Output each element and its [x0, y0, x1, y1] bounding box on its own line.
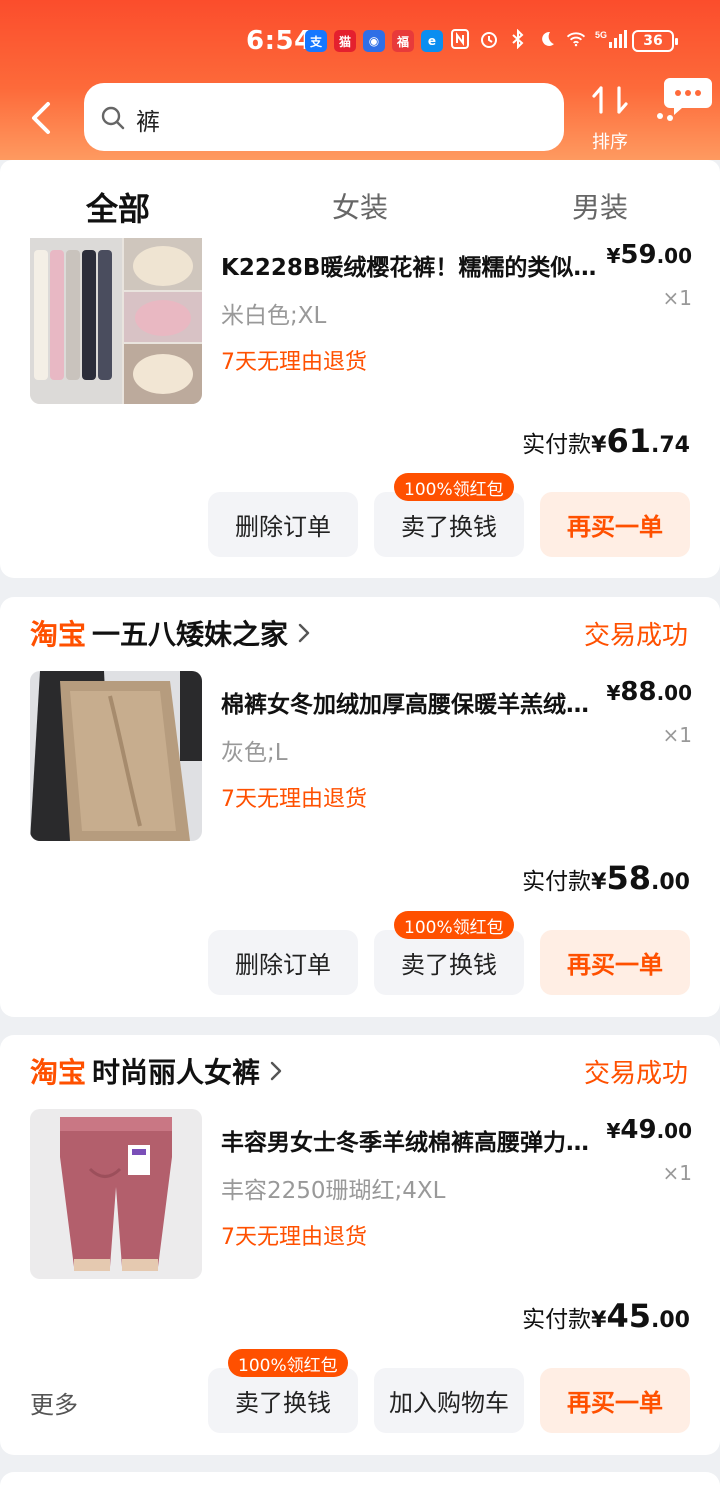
product-image-pants-fleece: [30, 671, 202, 841]
chevron-right-icon: [270, 1061, 282, 1081]
sell-for-cash-label: 卖了换钱: [401, 513, 497, 541]
battery-indicator: 36: [632, 30, 678, 52]
order-card[interactable]: K2228B暖绒樱花裤！糯糯的类似毛毛裤触感 ¥59.00 ×1 米白色;XL …: [0, 238, 720, 578]
product-sku: 灰色;L: [221, 740, 288, 766]
order-card[interactable]: 淘宝 时尚丽人女裤 交易成功 丰容男女士冬季羊绒棉裤高腰弹力保暖裤 ¥49.00…: [0, 1035, 720, 1455]
sort-button[interactable]: 排序: [585, 82, 635, 154]
product-sku: 丰容2250珊瑚红;4XL: [221, 1178, 446, 1204]
delete-order-button[interactable]: 删除订单: [208, 492, 358, 557]
red-packet-badge: 100%领红包: [394, 911, 514, 939]
paid-amount: 实付款¥58.00: [522, 859, 690, 897]
product-image[interactable]: [30, 1109, 202, 1279]
product-image-pants-cream: [30, 238, 202, 404]
buy-again-button[interactable]: 再买一单: [540, 1368, 690, 1433]
order-card[interactable]: 淘宝 一五八矮妹之家 交易成功 棉裤女冬加绒加厚高腰保暖羊羔绒裤外穿 ¥88.0…: [0, 597, 720, 1017]
return-policy: 7天无理由退货: [221, 1225, 367, 1250]
sell-for-cash-button[interactable]: 100%领红包 卖了换钱: [208, 1349, 358, 1433]
status-time: 6:54: [246, 26, 313, 56]
tab-all[interactable]: 全部: [86, 184, 150, 230]
product-image[interactable]: [30, 671, 202, 841]
header: 6:54 支 猫 ◉ 福 e 5G 36 裤 排序: [0, 0, 720, 160]
product-title[interactable]: 丰容男女士冬季羊绒棉裤高腰弹力保暖裤: [221, 1123, 599, 1157]
product-image[interactable]: [30, 238, 202, 404]
app-blue-icon: ◉: [363, 30, 385, 52]
product-title[interactable]: 棉裤女冬加绒加厚高腰保暖羊羔绒裤外穿: [221, 685, 599, 719]
chevron-right-icon: [298, 623, 310, 643]
tab-men[interactable]: 男装: [572, 186, 628, 226]
notification-icons: 支 猫 ◉ 福 e: [305, 30, 443, 52]
alipay-icon: 支: [305, 30, 327, 52]
product-quantity: ×1: [662, 723, 692, 747]
bluetooth-icon: [508, 28, 528, 50]
product-title[interactable]: K2228B暖绒樱花裤！糯糯的类似毛毛裤触感: [221, 248, 599, 282]
nfc-icon: [450, 28, 470, 50]
sell-for-cash-button[interactable]: 100%领红包 卖了换钱: [374, 473, 524, 557]
app-red-icon: 福: [392, 30, 414, 52]
product-quantity: ×1: [662, 1161, 692, 1185]
signal-5g-icon: 5G: [595, 28, 631, 50]
tab-women[interactable]: 女装: [332, 186, 388, 226]
red-packet-badge: 100%领红包: [228, 1349, 348, 1377]
search-query: 裤: [136, 108, 160, 136]
tmall-icon: 猫: [334, 30, 356, 52]
red-packet-badge: 100%领红包: [394, 473, 514, 501]
return-policy: 7天无理由退货: [221, 350, 367, 375]
more-options-button[interactable]: [656, 74, 714, 124]
delete-order-button[interactable]: 删除订单: [208, 930, 358, 995]
search-icon: [101, 106, 125, 130]
add-to-cart-button[interactable]: 加入购物车: [374, 1368, 524, 1433]
category-tabs: 全部 女装 男装: [0, 160, 720, 240]
svg-text:5G: 5G: [595, 30, 607, 40]
system-icons: 5G: [450, 28, 631, 50]
order-status: 交易成功: [583, 1059, 688, 1089]
sell-for-cash-label: 卖了换钱: [235, 1389, 331, 1417]
product-image-pants-coral: [30, 1109, 202, 1279]
shop-name[interactable]: 时尚丽人女裤: [92, 1051, 260, 1091]
product-price: ¥59.00: [606, 240, 692, 270]
product-price: ¥49.00: [606, 1115, 692, 1145]
eleme-icon: e: [421, 30, 443, 52]
product-price: ¥88.00: [606, 677, 692, 707]
more-link[interactable]: 更多: [30, 1385, 78, 1420]
search-input[interactable]: 裤: [84, 83, 564, 151]
back-button[interactable]: [22, 96, 62, 140]
product-quantity: ×1: [662, 286, 692, 310]
wifi-icon: [566, 28, 586, 50]
shop-header[interactable]: 淘宝 一五八矮妹之家: [30, 615, 312, 651]
alarm-icon: [479, 28, 499, 50]
order-status: 交易成功: [583, 621, 688, 651]
buy-again-button[interactable]: 再买一单: [540, 492, 690, 557]
order-card-next: [0, 1472, 720, 1485]
taobao-tag: 淘宝: [30, 1056, 87, 1089]
return-policy: 7天无理由退货: [221, 787, 367, 812]
paid-amount: 实付款¥45.00: [522, 1297, 690, 1335]
moon-icon: [537, 28, 557, 50]
sort-label: 排序: [592, 132, 628, 153]
shop-name[interactable]: 一五八矮妹之家: [92, 613, 288, 653]
product-sku: 米白色;XL: [221, 303, 327, 329]
paid-amount: 实付款¥61.74: [522, 422, 690, 460]
buy-again-button[interactable]: 再买一单: [540, 930, 690, 995]
status-bar: 6:54 支 猫 ◉ 福 e 5G 36: [0, 24, 720, 64]
message-more-icon: [657, 78, 712, 121]
chevron-left-icon: [32, 102, 50, 134]
taobao-tag: 淘宝: [30, 618, 87, 651]
sell-for-cash-label: 卖了换钱: [401, 951, 497, 979]
sort-icon: [592, 86, 628, 114]
sell-for-cash-button[interactable]: 100%领红包 卖了换钱: [374, 911, 524, 995]
shop-header[interactable]: 淘宝 时尚丽人女裤: [30, 1053, 284, 1089]
